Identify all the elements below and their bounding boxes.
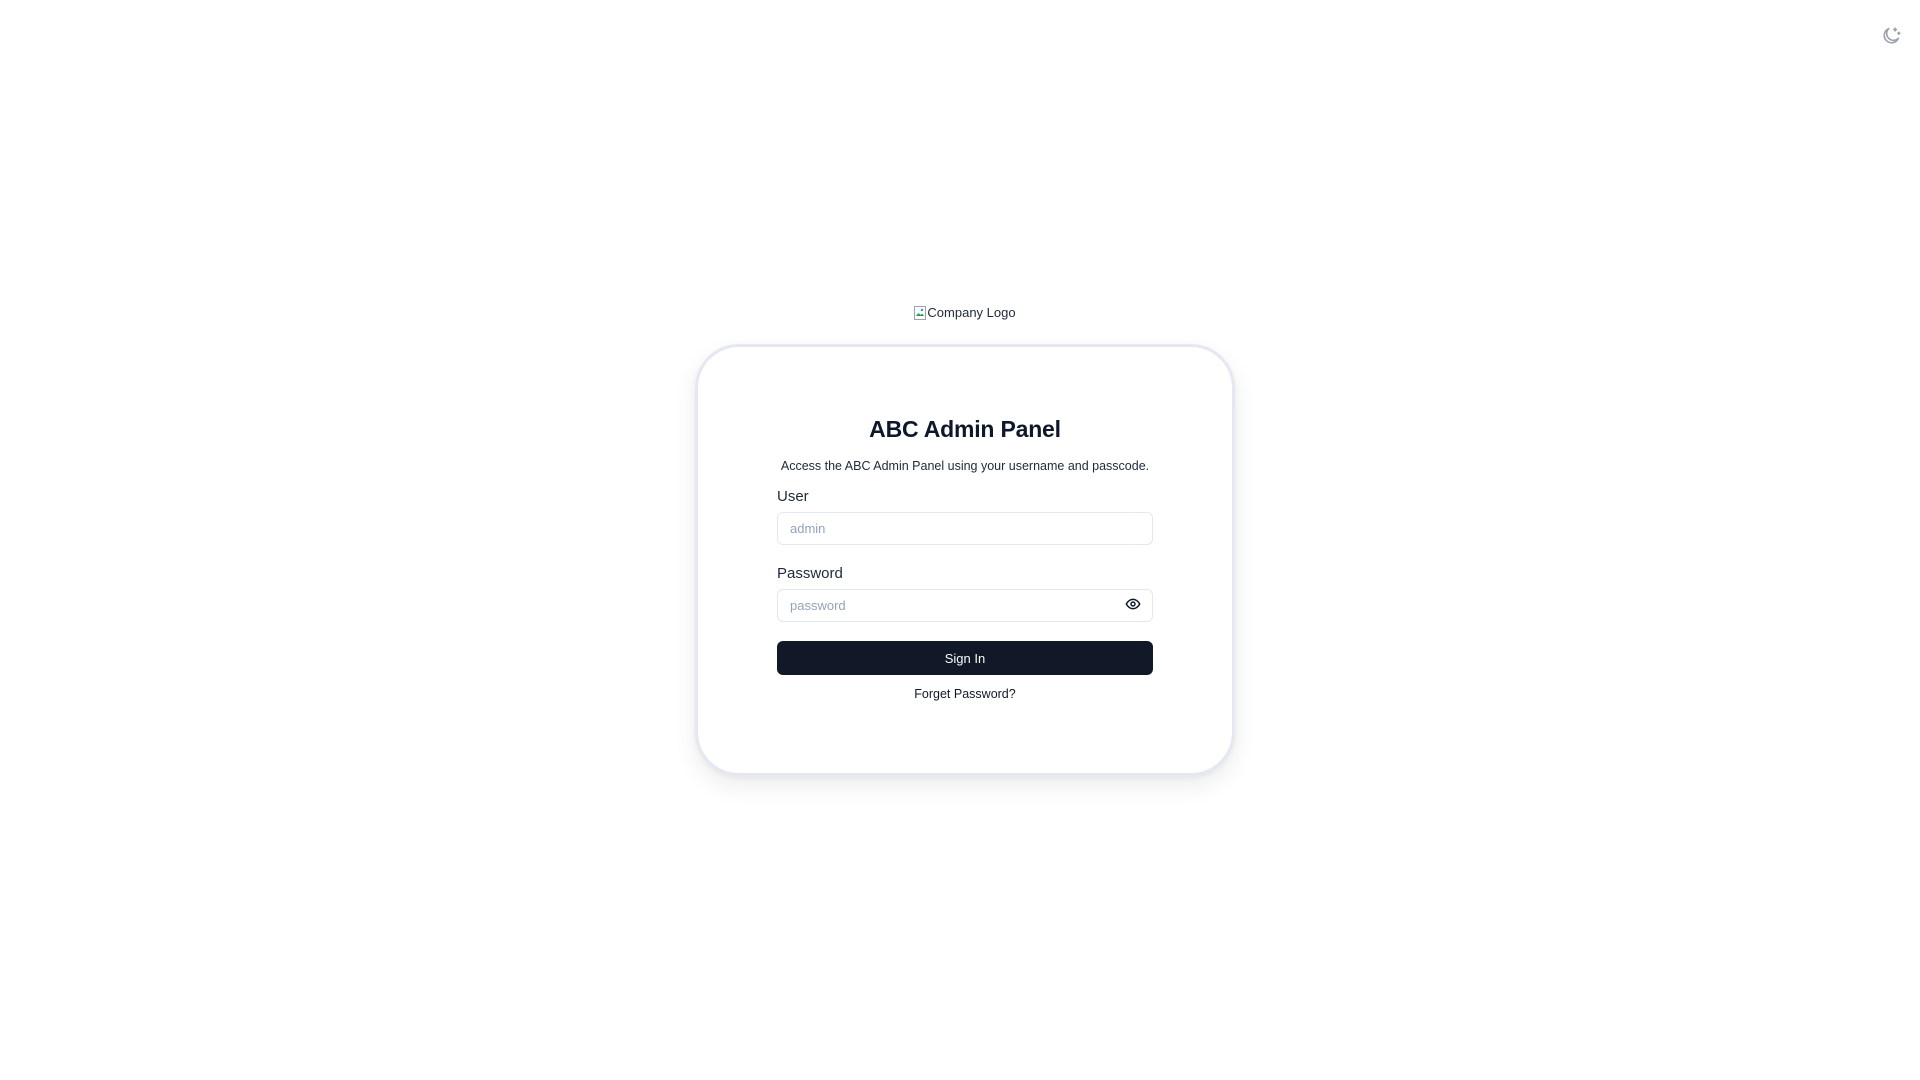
login-card: ABC Admin Panel Access the ABC Admin Pan… [695, 344, 1235, 776]
password-label: Password [777, 565, 843, 582]
forgot-password-link[interactable]: Forget Password? [777, 687, 1153, 701]
company-logo: Company Logo [914, 305, 1016, 320]
eye-icon [1125, 596, 1141, 617]
user-label: User [777, 488, 809, 505]
show-password-button[interactable] [1124, 598, 1142, 614]
login-description: Access the ABC Admin Panel using your us… [780, 459, 1150, 473]
login-form: ABC Admin Panel Access the ABC Admin Pan… [777, 415, 1153, 701]
username-input[interactable] [778, 513, 1152, 544]
sign-in-button[interactable]: Sign In [777, 641, 1153, 675]
theme-toggle-button[interactable] [1878, 25, 1904, 51]
user-field-wrapper [777, 512, 1153, 545]
logo-alt-text: Company Logo [927, 305, 1016, 320]
password-input[interactable] [778, 590, 1152, 621]
moon-icon [1880, 25, 1902, 52]
logo-container: Company Logo [0, 305, 1920, 320]
password-field-wrapper [777, 589, 1153, 622]
broken-image-icon [914, 305, 927, 320]
page-title: ABC Admin Panel [869, 416, 1061, 442]
